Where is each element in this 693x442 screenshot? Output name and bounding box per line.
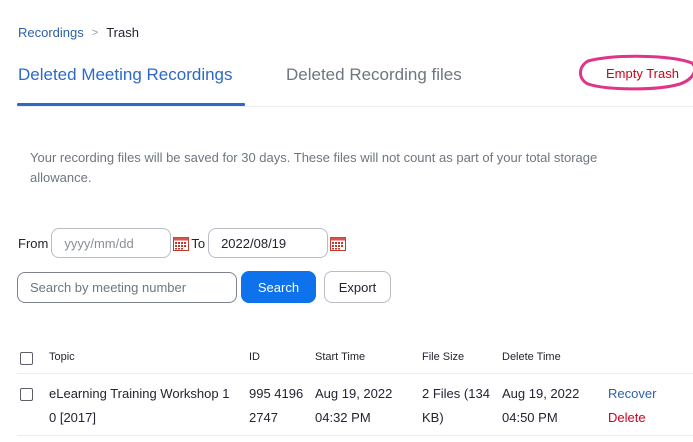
id-line: 995 4196 (249, 386, 304, 401)
to-label: To (191, 235, 206, 251)
column-header-topic: Topic (49, 351, 75, 363)
column-header-file-size: File Size (422, 351, 465, 363)
cell-topic: eLearning Training Workshop 1 0 [2017] (49, 382, 245, 430)
column-header-start-time: Start Time (315, 351, 366, 363)
delete-link[interactable]: Delete (608, 406, 656, 430)
topic-line: eLearning Training Workshop 1 (49, 386, 230, 401)
export-button[interactable]: Export (324, 271, 391, 303)
topic-line: 0 [2017] (49, 410, 96, 425)
cell-delete-time: Aug 19, 2022 04:50 PM (502, 382, 602, 430)
from-date-input[interactable] (51, 228, 172, 258)
empty-trash-button[interactable]: Empty Trash (606, 66, 679, 81)
active-tab-indicator (17, 103, 245, 106)
breadcrumb-separator: > (91, 26, 99, 39)
start-date: Aug 19, 2022 (315, 386, 393, 401)
calendar-icon[interactable] (330, 236, 347, 251)
breadcrumb-current: Trash (106, 25, 139, 40)
column-header-delete-time: Delete Time (502, 351, 561, 363)
recover-link[interactable]: Recover (608, 382, 656, 406)
date-filter-row: From To (18, 228, 347, 258)
breadcrumb: Recordings > Trash (18, 25, 139, 40)
to-date-input[interactable] (208, 228, 329, 258)
size-line: KB) (422, 410, 444, 425)
calendar-icon[interactable] (173, 236, 190, 251)
delete-date: Aug 19, 2022 (502, 386, 580, 401)
meeting-number-search-input[interactable] (17, 271, 237, 303)
delete-time: 04:50 PM (502, 410, 558, 425)
retention-notice: Your recording files will be saved for 3… (30, 150, 598, 185)
tab-deleted-meeting-recordings[interactable]: Deleted Meeting Recordings (18, 65, 233, 85)
size-line: 2 Files (134 (422, 386, 490, 401)
id-line: 2747 (249, 410, 278, 425)
column-header-id: ID (249, 351, 260, 363)
search-row: Search Export (17, 271, 391, 303)
search-button[interactable]: Search (241, 271, 316, 303)
table-header: Topic ID Start Time File Size Delete Tim… (17, 340, 693, 374)
tab-deleted-recording-files[interactable]: Deleted Recording files (286, 65, 462, 85)
cell-start-time: Aug 19, 2022 04:32 PM (315, 382, 419, 430)
row-checkbox[interactable] (20, 388, 33, 401)
tab-bar: Deleted Meeting Recordings Deleted Recor… (17, 55, 693, 107)
recordings-table: Topic ID Start Time File Size Delete Tim… (17, 340, 693, 436)
table-row: eLearning Training Workshop 1 0 [2017] 9… (17, 374, 693, 436)
start-time: 04:32 PM (315, 410, 371, 425)
breadcrumb-recordings-link[interactable]: Recordings (18, 25, 84, 40)
from-label: From (18, 235, 49, 251)
cell-file-size: 2 Files (134 KB) (422, 382, 498, 430)
cell-meeting-id: 995 4196 2747 (249, 382, 311, 430)
select-all-checkbox[interactable] (20, 352, 33, 365)
cell-actions: Recover Delete (608, 382, 656, 430)
